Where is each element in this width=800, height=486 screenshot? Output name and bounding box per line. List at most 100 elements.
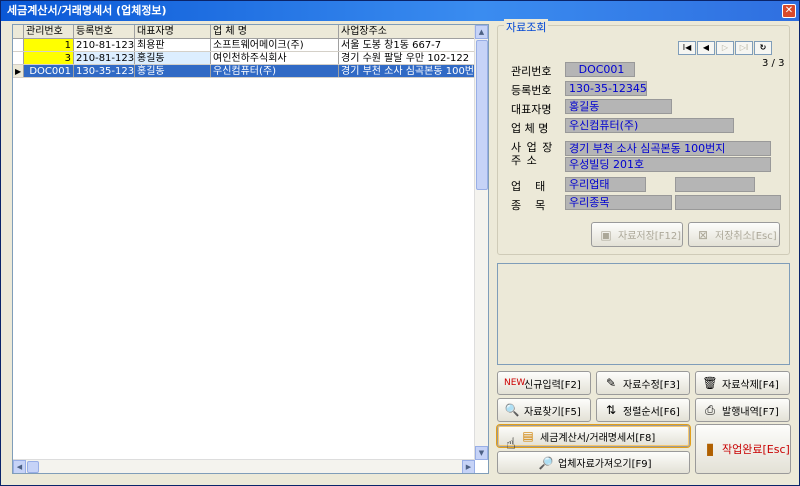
import-label: 업체자료가져오기[F9] (558, 459, 652, 470)
cell-addr[interactable]: 경기 수원 팔달 우만 102-122 (339, 52, 475, 64)
cell-ceo[interactable]: 홍길동 (135, 65, 211, 77)
cell-name[interactable]: 여인천하주식회사 (211, 52, 339, 64)
field-addr1[interactable]: 경기 부천 소사 심곡본동 100번지 (565, 141, 771, 156)
cell-id[interactable]: DOC001 (24, 65, 74, 77)
floppy-icon: ▣ (600, 227, 612, 242)
new-entry-label: 신규입력[F2] (524, 379, 581, 391)
nav-prev-icon[interactable]: ◀ (697, 41, 715, 55)
col-header-name[interactable]: 업 체 명 (211, 25, 339, 38)
nav-first-icon[interactable]: I◀ (678, 41, 696, 55)
edit-button[interactable]: ✎ 자료수정[F3] (596, 371, 690, 395)
sort-button[interactable]: ⇅ 정렬순서[F6] (596, 398, 690, 422)
label-id: 관리번호 (511, 65, 552, 78)
col-header-addr[interactable]: 사업장주소 (339, 25, 475, 38)
find-button[interactable]: 🔍 자료찾기[F5] (497, 398, 591, 422)
cell-ceo[interactable]: 홍길동 (135, 52, 211, 64)
save-button[interactable]: ▣ 자료저장[F12] (591, 222, 683, 247)
document-icon: ▤ (522, 429, 534, 443)
company-grid[interactable]: 관리번호 등록번호 대표자명 업 체 명 사업장주소 1 210-81-1234… (12, 24, 489, 474)
nav-last-icon[interactable]: ▷I (735, 41, 753, 55)
delete-label: 자료삭제[F4] (722, 379, 779, 391)
edit-icon: ✎ (605, 376, 617, 390)
done-button[interactable]: ▮ 작업완료[Esc] (695, 424, 791, 474)
title-bar: 세금계산서/거래명세서 (업체정보) ✕ (1, 1, 799, 21)
cell-id[interactable]: 1 (24, 39, 74, 51)
label-item: 종 목 (511, 199, 546, 212)
grid-body: 1 210-81-12345 최용판 소프트웨어메이크(주) 서울 도봉 창1동… (13, 39, 475, 78)
field-addr2[interactable]: 우성빌딩 201호 (565, 157, 771, 172)
cell-ceo[interactable]: 최용판 (135, 39, 211, 51)
scroll-up-icon[interactable]: ▲ (475, 25, 488, 39)
label-ceo: 대표자명 (511, 103, 552, 116)
close-button[interactable]: ✕ (782, 4, 796, 18)
scroll-down-icon[interactable]: ▼ (475, 446, 488, 460)
current-row-marker[interactable]: ▶ (13, 65, 24, 77)
scroll-left-icon[interactable]: ◀ (13, 460, 26, 473)
scroll-right-icon[interactable]: ▶ (462, 460, 475, 473)
vertical-scrollbar[interactable]: ▲ ▼ (474, 25, 488, 460)
cancel-icon: ⊠ (697, 227, 709, 242)
find-label: 자료찾기[F5] (524, 406, 581, 418)
col-header-ceo[interactable]: 대표자명 (135, 25, 211, 38)
cell-reg[interactable]: 210-81-12345 (74, 52, 135, 64)
label-biz: 업 태 (511, 180, 546, 193)
row-selector[interactable] (13, 39, 24, 51)
record-navigator: I◀ ◀ ▷ ▷I ↻ (678, 41, 773, 55)
sort-label: 정렬순서[F6] (623, 406, 680, 418)
invoice-button[interactable]: ▤ 세금계산서/거래명세서[F8] (496, 424, 691, 448)
field-biz-extra[interactable] (675, 177, 755, 192)
row-selector[interactable] (13, 52, 24, 64)
refresh-icon[interactable]: ↻ (754, 41, 772, 55)
sort-icon: ⇅ (605, 403, 617, 417)
col-header-reg[interactable]: 등록번호 (74, 25, 135, 38)
done-label: 작업완료[Esc] (722, 443, 790, 456)
cancel-label: 저장취소[Esc] (715, 231, 777, 242)
grid-header: 관리번호 등록번호 대표자명 업 체 명 사업장주소 (13, 25, 475, 39)
horizontal-scroll-thumb[interactable] (27, 461, 39, 473)
hand-cursor-icon: ☝ (506, 434, 516, 453)
field-reg[interactable]: 130-35-12345 (565, 81, 647, 96)
history-label: 발행내역[F7] (722, 406, 779, 418)
field-item-extra[interactable] (675, 195, 781, 210)
horizontal-scrollbar[interactable]: ◀ ▶ (13, 459, 475, 473)
nav-next-icon[interactable]: ▷ (716, 41, 734, 55)
field-id[interactable]: DOC001 (565, 62, 635, 77)
field-ceo[interactable]: 홍길동 (565, 99, 672, 114)
invoice-label: 세금계산서/거래명세서[F8] (540, 432, 656, 444)
row-selector-header (13, 25, 24, 38)
cell-id[interactable]: 3 (24, 52, 74, 64)
save-label: 자료저장[F12] (618, 231, 682, 242)
table-row-selected[interactable]: ▶ DOC001 130-35-12345 홍길동 우신컴퓨터(주) 경기 부천… (13, 65, 475, 78)
edit-label: 자료수정[F3] (623, 379, 680, 391)
window-title: 세금계산서/거래명세서 (업체정보) (7, 4, 167, 17)
label-name: 업 체 명 (511, 122, 549, 135)
history-button[interactable]: ⎙ 발행내역[F7] (695, 398, 790, 422)
detail-groupbox: 자료조회 (497, 19, 790, 255)
main-window: 세금계산서/거래명세서 (업체정보) ✕ 관리번호 등록번호 대표자명 업 체 … (0, 0, 800, 486)
cell-name[interactable]: 우신컴퓨터(주) (211, 65, 339, 77)
field-item[interactable]: 우리종목 (565, 195, 672, 210)
cell-name[interactable]: 소프트웨어메이크(주) (211, 39, 339, 51)
cancel-save-button[interactable]: ⊠ 저장취소[Esc] (688, 222, 780, 247)
cell-addr[interactable]: 서울 도봉 창1동 667-7 (339, 39, 475, 51)
new-entry-button[interactable]: NEW 신규입력[F2] (497, 371, 591, 395)
delete-icon: 🗑 (702, 376, 718, 390)
delete-button[interactable]: 🗑 자료삭제[F4] (695, 371, 790, 395)
cell-reg[interactable]: 210-81-12345 (74, 39, 135, 51)
field-name[interactable]: 우신컴퓨터(주) (565, 118, 734, 133)
import-search-icon: 🔎 (538, 455, 554, 470)
printer-icon: ⎙ (705, 403, 715, 417)
vertical-scroll-thumb[interactable] (476, 40, 488, 190)
field-biz[interactable]: 우리업태 (565, 177, 646, 192)
new-user-icon: NEW (504, 378, 526, 388)
cell-reg[interactable]: 130-35-12345 (74, 65, 135, 77)
col-header-id[interactable]: 관리번호 (24, 25, 74, 38)
exit-door-icon: ▮ (705, 439, 715, 458)
import-button[interactable]: 🔎 업체자료가져오기[F9] (497, 451, 690, 474)
record-counter: 3 / 3 (762, 58, 785, 69)
label-reg: 등록번호 (511, 84, 552, 97)
memo-area[interactable] (497, 263, 790, 365)
cell-addr[interactable]: 경기 부천 소사 심곡본동 100번 (339, 65, 475, 77)
table-row[interactable]: 1 210-81-12345 최용판 소프트웨어메이크(주) 서울 도봉 창1동… (13, 39, 475, 52)
table-row[interactable]: 3 210-81-12345 홍길동 여인천하주식회사 경기 수원 팔달 우만 … (13, 52, 475, 65)
